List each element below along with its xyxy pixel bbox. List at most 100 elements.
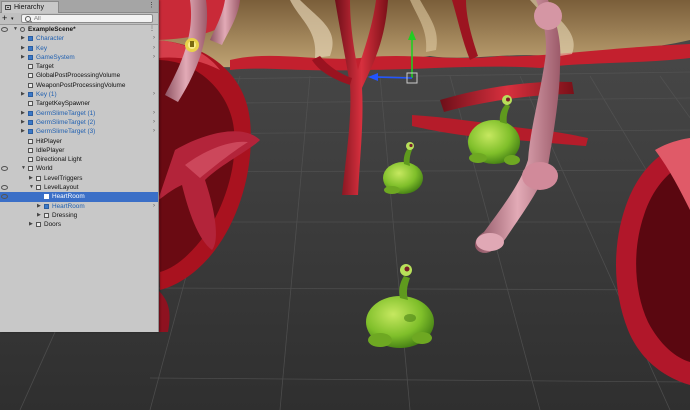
prefab-icon <box>28 110 33 116</box>
hierarchy-row-label: Key (1) <box>36 91 57 99</box>
prefab-icon <box>28 54 33 60</box>
gameobject-icon <box>44 212 49 218</box>
hierarchy-row[interactable]: ▶ GameSystem › <box>0 53 158 62</box>
search-input[interactable] <box>34 15 144 22</box>
expand-arrow-right-icon[interactable]: ▶ <box>37 202 43 211</box>
expand-arrow-right-icon[interactable]: ▶ <box>21 127 27 136</box>
hierarchy-row-label: GermSlimeTarget (2) <box>36 118 96 126</box>
visibility-eye-icon[interactable] <box>1 194 8 200</box>
tab-hierarchy[interactable]: Hierarchy <box>1 1 59 13</box>
hierarchy-row[interactable]: ▼ World <box>0 164 158 173</box>
prefab-icon <box>44 194 49 200</box>
hierarchy-row-label: Doors <box>44 221 62 229</box>
hierarchy-row-label: ExampleScene* <box>28 26 76 33</box>
hierarchy-row-label: LevelLayout <box>44 184 79 192</box>
hierarchy-row[interactable]: HitPlayer <box>0 137 158 146</box>
hierarchy-row[interactable]: ▶ Dressing <box>0 211 158 220</box>
hierarchy-tabbar: Hierarchy ⋮ <box>0 0 158 13</box>
hierarchy-row-label: World <box>36 165 53 173</box>
prefab-open-chevron-icon[interactable]: › <box>153 118 155 127</box>
hierarchy-row-label: GameSystem <box>36 53 75 61</box>
hierarchy-row-label: GermSlimeTarget (3) <box>36 128 96 136</box>
tab-label: Hierarchy <box>14 4 44 11</box>
prefab-open-chevron-icon[interactable]: › <box>153 90 155 99</box>
expand-arrow-right-icon[interactable]: ▶ <box>21 53 27 62</box>
hierarchy-row[interactable]: HeartRoom <box>0 192 158 202</box>
hierarchy-row[interactable]: ▶ Key › <box>0 44 158 53</box>
hierarchy-panel: Hierarchy ⋮ +▾ ▼ ExampleScene* ⋮ ▶ Character… <box>0 0 159 332</box>
hierarchy-row-label: GermSlimeTarget (1) <box>36 109 96 117</box>
prefab-icon <box>28 45 33 51</box>
hierarchy-row[interactable]: WeaponPostProcessingVolume <box>0 81 158 90</box>
expand-arrow-right-icon[interactable]: ▶ <box>21 34 27 43</box>
hierarchy-row[interactable]: ▼ ExampleScene* ⋮ <box>0 25 158 34</box>
hierarchy-row-label: GlobalPostProcessingVolume <box>36 72 121 80</box>
search-field[interactable] <box>21 14 153 23</box>
hierarchy-row[interactable]: ▶ LevelTriggers <box>0 174 158 183</box>
gameobject-icon <box>28 147 33 153</box>
create-button[interactable]: + ▾ <box>2 14 18 23</box>
hierarchy-row[interactable]: ▶ Doors <box>0 220 158 229</box>
hierarchy-row[interactable]: ▶ GermSlimeTarget (1) › <box>0 109 158 118</box>
prefab-open-chevron-icon[interactable]: › <box>153 44 155 53</box>
expand-arrow-down-icon[interactable]: ▼ <box>29 183 35 192</box>
gameobject-icon <box>28 157 33 163</box>
prefab-open-chevron-icon[interactable]: › <box>153 53 155 62</box>
hierarchy-row[interactable]: ▶ GermSlimeTarget (2) › <box>0 118 158 127</box>
visibility-eye-icon[interactable] <box>1 27 8 32</box>
search-icon <box>25 16 31 22</box>
hierarchy-row[interactable]: IdlePlayer <box>0 146 158 155</box>
hierarchy-row-label: Directional Light <box>36 156 82 164</box>
hierarchy-row-label: HeartRoom <box>52 202 85 210</box>
hierarchy-row[interactable]: TargetKeySpawner <box>0 99 158 108</box>
panel-menu-icon[interactable]: ⋮ <box>148 2 155 10</box>
gameobject-icon <box>28 82 33 88</box>
scene-icon <box>20 27 25 32</box>
hierarchy-row[interactable]: Target <box>0 62 158 71</box>
hierarchy-row-label: Character <box>36 35 65 43</box>
plus-icon: + <box>2 13 8 23</box>
hierarchy-toolbar: + ▾ <box>0 13 158 25</box>
gameobject-icon <box>28 73 33 79</box>
gameobject-icon <box>36 222 41 228</box>
expand-arrow-right-icon[interactable]: ▶ <box>21 109 27 118</box>
prefab-open-chevron-icon[interactable]: › <box>153 127 155 136</box>
hierarchy-row[interactable]: ▼ LevelLayout <box>0 183 158 192</box>
prefab-open-chevron-icon[interactable]: › <box>153 109 155 118</box>
expand-arrow-down-icon[interactable]: ▼ <box>13 25 19 34</box>
expand-arrow-right-icon[interactable]: ▶ <box>37 211 43 220</box>
gameobject-icon <box>28 64 33 70</box>
hierarchy-row-label: Target <box>36 63 54 71</box>
hierarchy-row[interactable]: ▶ Key (1) › <box>0 90 158 99</box>
light-gizmo-icon[interactable] <box>185 38 199 52</box>
expand-arrow-right-icon[interactable]: ▶ <box>29 174 35 183</box>
hierarchy-tree: ▼ ExampleScene* ⋮ ▶ Character › ▶ Key › ▶ GameSyst… <box>0 25 158 230</box>
hierarchy-row-label: TargetKeySpawner <box>36 100 90 108</box>
expand-arrow-right-icon[interactable]: ▶ <box>21 44 27 53</box>
gameobject-icon <box>28 138 33 144</box>
scene-menu-icon[interactable]: ⋮ <box>149 25 155 34</box>
expand-arrow-right-icon[interactable]: ▶ <box>29 220 35 229</box>
expand-arrow-right-icon[interactable]: ▶ <box>21 90 27 99</box>
hierarchy-row-label: WeaponPostProcessingVolume <box>36 81 126 89</box>
gameobject-icon <box>36 185 41 191</box>
expand-arrow-right-icon[interactable]: ▶ <box>21 118 27 127</box>
hierarchy-row[interactable]: ▶ GermSlimeTarget (3) › <box>0 127 158 136</box>
prefab-open-chevron-icon[interactable]: › <box>153 34 155 43</box>
hierarchy-row[interactable]: ▶ Character › <box>0 34 158 43</box>
hierarchy-row-label: Dressing <box>52 211 78 219</box>
expand-arrow-down-icon[interactable]: ▼ <box>21 164 27 173</box>
hierarchy-row[interactable]: Directional Light <box>0 155 158 164</box>
visibility-eye-icon[interactable] <box>1 166 8 172</box>
visibility-eye-icon[interactable] <box>1 185 8 191</box>
gameobject-icon <box>28 101 33 107</box>
hierarchy-row-label: HitPlayer <box>36 137 62 145</box>
hierarchy-row-label: LevelTriggers <box>44 174 83 182</box>
hierarchy-row[interactable]: ▶ HeartRoom › <box>0 202 158 211</box>
hierarchy-row[interactable]: GlobalPostProcessingVolume <box>0 71 158 80</box>
hierarchy-row-label: Key <box>36 44 48 52</box>
prefab-icon <box>28 36 33 42</box>
prefab-icon <box>28 92 33 98</box>
prefab-open-chevron-icon[interactable]: › <box>153 202 155 211</box>
list-icon <box>5 5 11 10</box>
